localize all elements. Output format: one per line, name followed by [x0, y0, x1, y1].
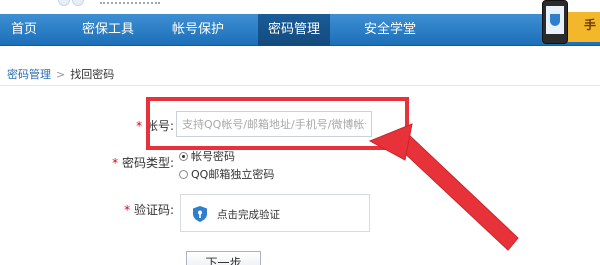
next-button[interactable]: 下一步 [186, 251, 261, 265]
pwd-type-label-text: 密码类型: [121, 156, 174, 170]
captcha-label: * 验证码: [110, 201, 174, 218]
captcha-verify-button[interactable]: 点击完成验证 [180, 194, 370, 232]
nav-item-security-school[interactable]: 安全学堂 [352, 14, 428, 46]
nav-item-password-management[interactable]: 密码管理 [258, 14, 330, 46]
radio-label: QQ邮箱独立密码 [191, 168, 275, 181]
logo-icon [58, 0, 98, 8]
promo-text: 手 [583, 18, 596, 32]
radio-qq-mail-password[interactable]: QQ邮箱独立密码 [179, 166, 274, 182]
pwd-type-label: * 密码类型: [104, 154, 174, 171]
required-mark: * [124, 203, 131, 217]
breadcrumb: 密码管理 > 找回密码 [7, 66, 114, 82]
shield-icon [550, 14, 560, 26]
nav-item-account-protection[interactable]: 帐号保护 [160, 14, 236, 46]
annotation-highlight-box [146, 97, 409, 150]
breadcrumb-password-management[interactable]: 密码管理 [7, 68, 51, 81]
breadcrumb-separator: > [56, 68, 66, 81]
nav-item-security-tools[interactable]: 密保工具 [70, 14, 146, 46]
nav-item-home[interactable]: 首页 [0, 14, 48, 46]
radio-checked-icon[interactable] [179, 151, 188, 161]
captcha-label-text: 验证码: [133, 203, 174, 217]
phone-icon [542, 0, 568, 44]
header-strip [0, 0, 600, 14]
mobile-token-promo[interactable]: 手 [538, 0, 600, 46]
captcha-text: 点击完成验证 [217, 209, 280, 221]
shield-icon [193, 206, 207, 222]
required-mark: * [112, 156, 119, 170]
radio-account-password[interactable]: 帐号密码 [179, 148, 235, 164]
main-nav: 首页 密保工具 帐号保护 密码管理 安全学堂 [0, 14, 600, 46]
required-mark: * [136, 119, 143, 133]
divider [0, 85, 600, 86]
radio-label: 帐号密码 [191, 150, 235, 163]
logo-text-fragment [100, 0, 160, 4]
radio-unchecked-icon[interactable] [179, 169, 188, 179]
breadcrumb-current: 找回密码 [70, 68, 115, 81]
